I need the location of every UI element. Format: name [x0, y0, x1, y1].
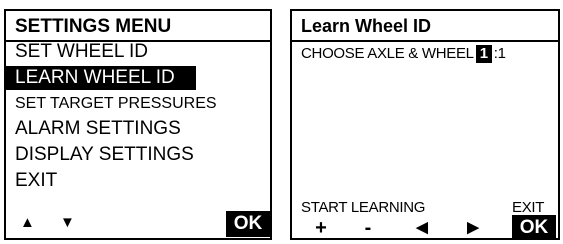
- prompt-label: CHOOSE AXLE & WHEEL: [301, 45, 474, 62]
- learn-wheel-id-panel: Learn Wheel ID CHOOSE AXLE & WHEEL 1:1 ST…: [290, 9, 560, 240]
- plus-icon[interactable]: +: [310, 218, 332, 238]
- menu-item-set-target-pressures[interactable]: SET TARGET PRESSURES: [6, 92, 217, 116]
- up-arrow-icon[interactable]: ▲: [20, 213, 35, 233]
- menu-item-learn-wheel-id[interactable]: LEARN WHEEL ID: [6, 66, 196, 90]
- screen-title: Learn Wheel ID: [301, 16, 432, 36]
- settings-menu-title: SETTINGS MENU: [15, 16, 172, 37]
- menu-item-alarm-settings[interactable]: ALARM SETTINGS: [6, 117, 181, 141]
- axle-wheel-prompt: CHOOSE AXLE & WHEEL 1:1: [301, 45, 506, 63]
- menu-item-display-settings[interactable]: DISPLAY SETTINGS: [6, 143, 194, 167]
- settings-menu-panel: SETTINGS MENU SET WHEEL ID LEARN WHEEL I…: [4, 9, 272, 240]
- axle-value[interactable]: 1: [475, 45, 492, 63]
- down-arrow-icon[interactable]: ▼: [60, 213, 75, 233]
- wheel-value[interactable]: 1: [498, 45, 506, 62]
- menu-item-set-wheel-id[interactable]: SET WHEEL ID: [6, 40, 148, 64]
- title-divider: [292, 40, 558, 42]
- ok-button[interactable]: OK: [512, 215, 556, 238]
- minus-icon[interactable]: -: [358, 218, 378, 238]
- menu-item-exit[interactable]: EXIT: [6, 169, 57, 193]
- start-learning-label: START LEARNING: [301, 199, 426, 216]
- ok-button[interactable]: OK: [226, 211, 270, 237]
- left-arrow-icon[interactable]: ◀: [411, 218, 433, 238]
- right-arrow-icon[interactable]: ▶: [462, 218, 484, 238]
